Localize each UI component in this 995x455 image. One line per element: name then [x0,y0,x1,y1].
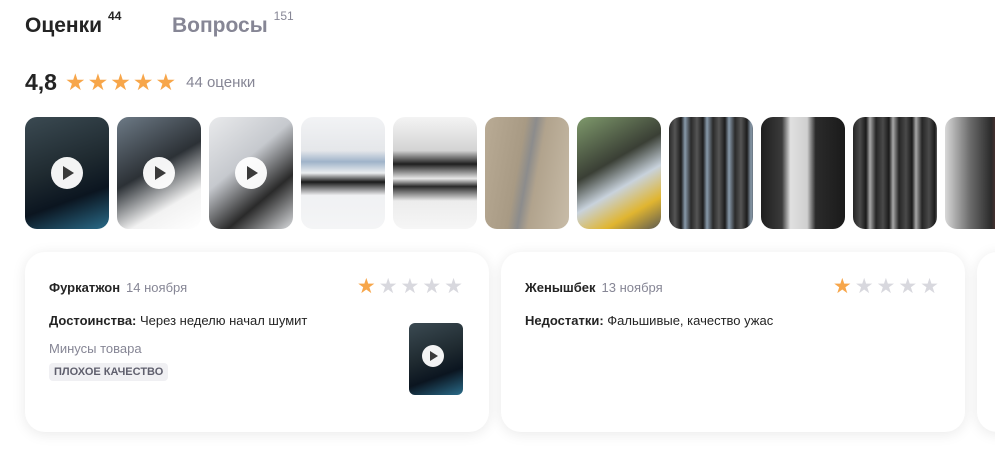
tab-questions-count: 151 [273,9,294,23]
star-icon: ★ [64,68,86,95]
star-icon: ★ [155,68,177,95]
review-date: 13 ноября [601,280,663,295]
average-score: 4,8 [25,68,57,95]
review-author: Женышбек 13 ноября [525,280,663,295]
photo-thumbnail[interactable] [485,117,569,229]
star-empty-icon: ★ [378,275,398,298]
star-empty-icon: ★ [876,275,896,298]
star-icon: ★ [356,275,376,298]
star-icon: ★ [87,68,109,95]
review-pros: Достоинства: Через неделю начал шумит [49,313,307,328]
cons-title: Минусы товара [49,341,142,356]
ratings-count[interactable]: 44 оценки [186,74,255,91]
play-icon [51,157,83,189]
star-empty-icon: ★ [422,275,442,298]
star-empty-icon: ★ [920,275,939,298]
photo-thumbnail[interactable] [117,117,201,229]
author-name: Женышбек [525,280,596,295]
photo-thumbnail[interactable] [945,117,995,229]
star-icon: ★ [832,275,852,298]
review-card: Фуркатжон 14 ноября ★ ★ ★ ★ ★ Достоинства… [25,252,489,432]
rating-summary: 4,8 ★ ★ ★ ★ ★ 44 оценки [25,66,255,98]
photo-thumbnail[interactable] [301,117,385,229]
star-empty-icon: ★ [444,275,463,298]
play-icon [422,345,444,367]
play-icon [143,157,175,189]
tab-questions-label: Вопросы [172,14,268,37]
photo-thumbnail[interactable] [577,117,661,229]
review-date: 14 ноября [126,280,188,295]
pros-text: Через неделю начал шумит [136,313,308,328]
photo-thumbnail[interactable] [393,117,477,229]
photo-thumbnail[interactable] [669,117,753,229]
photo-gallery [25,117,995,229]
star-icon: ★ [110,68,131,95]
author-name: Фуркатжон [49,280,121,295]
star-empty-icon: ★ [400,275,420,298]
tab-questions[interactable]: Вопросы 151 [172,9,294,38]
review-cons: Недостатки: Фальшивые, качество ужас [525,313,773,328]
cons-label: Недостатки: [525,313,604,328]
play-icon [235,157,267,189]
star-empty-icon: ★ [854,275,874,298]
photo-thumbnail[interactable] [209,117,293,229]
tab-ratings[interactable]: Оценки 44 [25,9,121,38]
tab-ratings-count: 44 [108,9,122,23]
review-stars: ★ ★ ★ ★ ★ [354,276,463,297]
star-empty-icon: ★ [898,275,918,298]
quality-tag: ПЛОХОЕ КАЧЕСТВО [49,363,169,381]
photo-thumbnail[interactable] [761,117,845,229]
review-card: Женышбек 13 ноября ★ ★ ★ ★ ★ Недостатки: … [501,252,965,432]
tab-ratings-label: Оценки [25,14,103,37]
pros-label: Достоинства: [49,313,137,328]
star-icon: ★ [132,68,154,95]
review-author: Фуркатжон 14 ноября [49,280,187,295]
review-stars: ★ ★ ★ ★ ★ [830,276,939,297]
photo-thumbnail[interactable] [25,117,109,229]
review-card-partial [977,252,995,432]
photo-thumbnail[interactable] [853,117,937,229]
review-video-thumbnail[interactable] [409,323,463,395]
cons-text: Фальшивые, качество ужас [603,313,774,328]
